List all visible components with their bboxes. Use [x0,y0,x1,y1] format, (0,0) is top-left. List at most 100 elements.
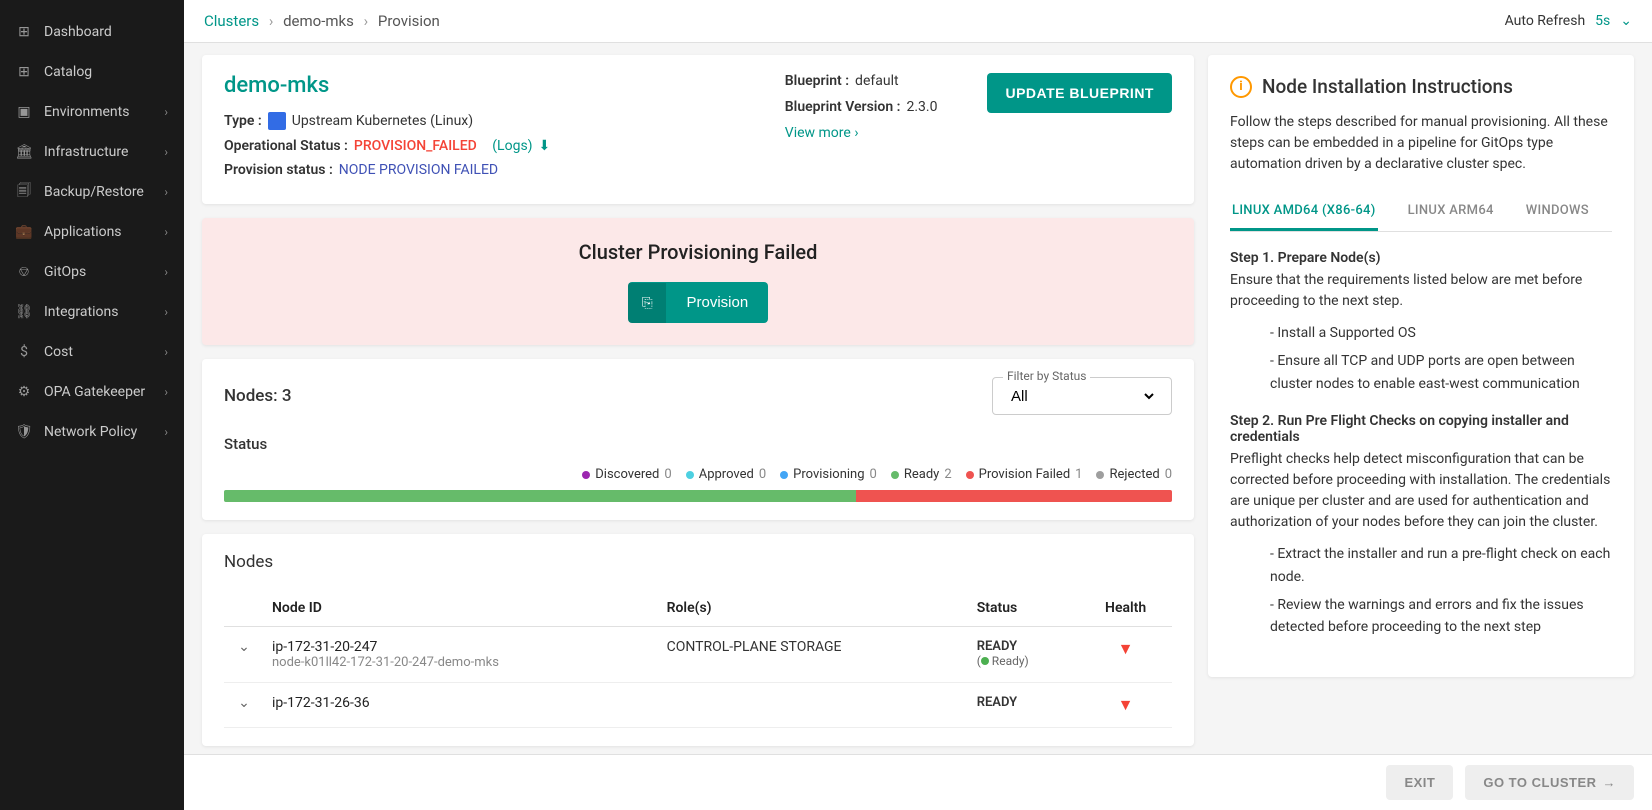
bar-segment [856,490,1172,502]
nodes-status-card: Nodes: 3 Filter by Status All Status Dis… [202,359,1194,520]
sidebar-item-label: Environments [44,104,129,120]
step1-title: Step 1. Prepare Node(s) [1230,250,1612,266]
sidebar-icon: ⊞ [16,64,32,80]
legend-item: Rejected 0 [1096,467,1172,482]
th-nodeid: Node ID [264,590,659,627]
sidebar-item-cost[interactable]: $Cost› [0,332,184,372]
prov-status-label: Provision status : [224,162,333,178]
sidebar-item-label: OPA Gatekeeper [44,384,145,400]
legend-item: Approved 0 [686,467,766,482]
auto-refresh-value: 5s [1595,13,1610,29]
expand-row-button[interactable]: ⌄ [224,683,264,728]
instructions-desc: Follow the steps described for manual pr… [1230,112,1612,175]
chevron-right-icon: › [164,265,168,279]
filter-by-status[interactable]: Filter by Status All [992,377,1172,415]
legend-item: Provision Failed 1 [966,467,1083,482]
breadcrumb-root[interactable]: Clusters [204,12,259,30]
legend-item: Discovered 0 [582,467,671,482]
step1-desc: Ensure that the requirements listed belo… [1230,270,1612,312]
node-id: ip-172-31-26-36 [272,695,651,711]
instructions-tabs: LINUX AMD64 (X86-64) LINUX ARM64 WINDOWS [1230,193,1612,232]
sidebar-item-catalog[interactable]: ⊞ Catalog [0,52,184,92]
chevron-right-icon: › [164,385,168,399]
sidebar-item-environments[interactable]: ▣Environments› [0,92,184,132]
sidebar-item-backup-restore[interactable]: 🗐Backup/Restore› [0,172,184,212]
download-icon[interactable]: ⬇ [539,138,551,154]
sidebar-item-infrastructure[interactable]: 🏛 Infrastructure › [0,132,184,172]
expand-row-button[interactable]: ⌄ [224,627,264,683]
tab-linux-arm64[interactable]: LINUX ARM64 [1406,193,1496,231]
filter-select[interactable]: All [1007,387,1157,406]
sidebar-icon: $ [16,344,32,360]
logs-link[interactable]: (Logs) [492,138,532,154]
breadcrumb: Clusters › demo-mks › Provision [204,12,440,30]
chevron-right-icon: › [164,305,168,319]
sidebar-icon: 🛡 [16,424,32,440]
chevron-down-icon: ⌄ [1620,13,1632,29]
sidebar-item-network-policy[interactable]: 🛡Network Policy› [0,412,184,452]
sidebar-icon: ⛓ [16,304,32,320]
update-blueprint-button[interactable]: UPDATE BLUEPRINT [987,73,1172,113]
sidebar-icon: 🗐 [16,184,32,200]
chevron-right-icon: › [164,145,168,159]
sidebar: ⊞Dashboard⊞Catalog▣Environments›🏛Infrast… [0,0,184,810]
sidebar-item-gitops[interactable]: ⎊GitOps› [0,252,184,292]
prov-status-value[interactable]: NODE PROVISION FAILED [339,162,498,178]
step-item: - Review the warnings and errors and fix… [1270,594,1612,639]
th-status: Status [969,590,1079,627]
step2-desc: Preflight checks help detect misconfigur… [1230,449,1612,533]
fail-banner-title: Cluster Provisioning Failed [224,240,1172,264]
health-icon[interactable]: ▼ [1118,695,1134,714]
sidebar-item-label: Dashboard [44,24,112,40]
nodes-table-card: Nodes Node ID Role(s) Status Health ⌄ ip… [202,534,1194,746]
sidebar-item-integrations[interactable]: ⛓Integrations› [0,292,184,332]
sidebar-icon: 🏛 [16,144,32,160]
blueprint-label: Blueprint : [785,73,849,89]
chevron-right-icon: › [164,105,168,119]
go-to-cluster-button[interactable]: GO TO CLUSTER → [1465,765,1634,800]
sidebar-item-label: Catalog [44,64,92,80]
instructions-title: Node Installation Instructions [1262,75,1513,98]
node-status-sub: ( Ready) [977,654,1071,668]
status-bar-chart [224,490,1172,502]
view-more-link[interactable]: View more › [785,125,938,141]
table-row: ⌄ ip-172-31-20-247node-k01ll42-172-31-20… [224,627,1172,683]
th-health: Health [1079,590,1172,627]
exit-button[interactable]: EXIT [1386,765,1453,800]
info-icon: i [1230,76,1252,98]
bar-segment [224,490,856,502]
breadcrumb-leaf: Provision [378,12,440,30]
footer: EXIT GO TO CLUSTER → [184,754,1652,810]
cluster-header-card: demo-mks Type : Upstream Kubernetes (Lin… [202,55,1194,204]
sidebar-item-label: Infrastructure [44,144,128,160]
provision-icon: ⎘ [628,283,667,323]
node-roles: CONTROL-PLANE STORAGE [659,627,969,683]
breadcrumb-mid[interactable]: demo-mks [283,12,354,30]
legend-item: Provisioning 0 [780,467,877,482]
sidebar-item-label: GitOps [44,264,86,280]
health-icon[interactable]: ▼ [1118,639,1134,658]
sidebar-item-opa-gatekeeper[interactable]: ⚙OPA Gatekeeper› [0,372,184,412]
auto-refresh-label: Auto Refresh [1505,13,1586,29]
step-item: - Ensure all TCP and UDP ports are open … [1270,350,1612,395]
auto-refresh[interactable]: Auto Refresh 5s ⌄ [1505,13,1632,29]
sidebar-item-label: Applications [44,224,122,240]
tab-windows[interactable]: WINDOWS [1524,193,1591,231]
node-status: READY [977,639,1071,654]
chevron-right-icon: › [164,345,168,359]
tab-linux-amd64-x86-64-[interactable]: LINUX AMD64 (X86-64) [1230,193,1378,231]
blueprint-value: default [855,73,899,89]
table-row: ⌄ ip-172-31-26-36 READY ▼ [224,683,1172,728]
sidebar-icon: ⊞ [16,24,32,40]
blueprint-version-value: 2.3.0 [906,99,937,115]
step-item: - Install a Supported OS [1270,322,1612,344]
provision-button[interactable]: ⎘ Provision [628,282,768,323]
status-heading: Status [224,435,1172,453]
sidebar-item-label: Backup/Restore [44,184,144,200]
main-content: Clusters › demo-mks › Provision Auto Ref… [184,0,1652,810]
sidebar-item-applications[interactable]: 💼Applications› [0,212,184,252]
sidebar-item-dashboard[interactable]: ⊞ Dashboard [0,12,184,52]
node-sub-id: node-k01ll42-172-31-20-247-demo-mks [272,655,651,670]
legend-item: Ready 2 [891,467,952,482]
sidebar-icon: 💼 [16,224,32,240]
